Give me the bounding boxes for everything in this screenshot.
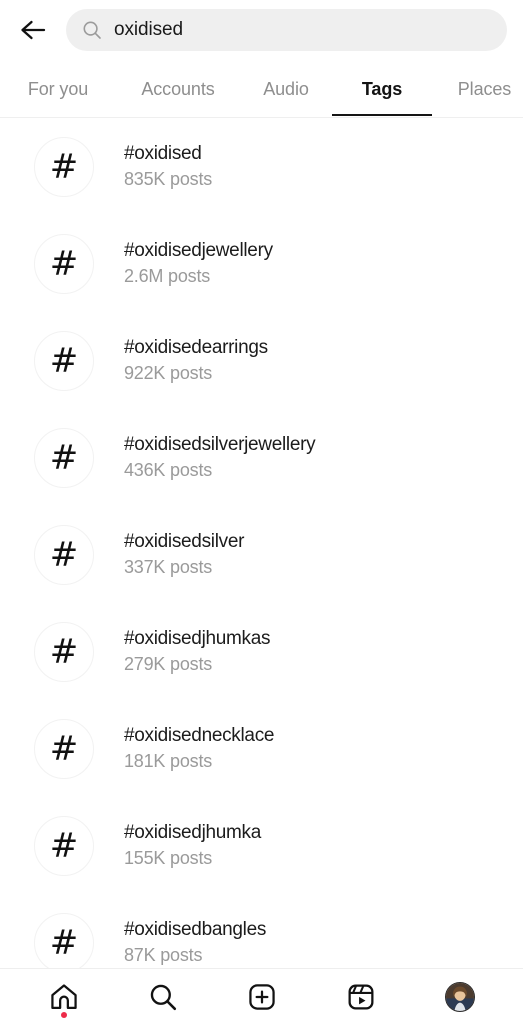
search-icon bbox=[83, 21, 101, 39]
tag-post-count: 181K posts bbox=[124, 751, 213, 771]
search-input[interactable] bbox=[114, 19, 491, 41]
tag-result-row[interactable]: # #oxidised 835K posts bbox=[0, 118, 523, 215]
tab-label: Accounts bbox=[141, 78, 215, 99]
hashtag-icon: # bbox=[34, 815, 94, 876]
nav-item-create[interactable] bbox=[233, 972, 291, 1022]
tab-accounts[interactable]: Accounts bbox=[116, 62, 240, 116]
hashtag-icon: # bbox=[34, 621, 94, 682]
search-icon bbox=[150, 984, 176, 1010]
tab-label: Places bbox=[457, 78, 512, 99]
tag-post-count: 87K posts bbox=[124, 945, 203, 965]
tag-name: #oxidisedjewellery bbox=[124, 240, 273, 261]
tag-result-row[interactable]: # #oxidisedjhumka 155K posts bbox=[0, 797, 523, 894]
nav-item-profile[interactable] bbox=[431, 972, 489, 1022]
back-button[interactable] bbox=[10, 7, 56, 53]
bottom-navigation bbox=[0, 968, 523, 1024]
tag-name: #oxidisedsilver bbox=[124, 531, 245, 552]
tag-result-text: #oxidisednecklace 181K posts bbox=[124, 725, 274, 772]
reels-icon bbox=[348, 984, 373, 1009]
hashtag-icon: # bbox=[34, 233, 94, 294]
tab-label: For you bbox=[27, 78, 89, 99]
tag-result-row[interactable]: # #oxidisednecklace 181K posts bbox=[0, 700, 523, 797]
hashtag-icon: # bbox=[34, 136, 94, 197]
tag-name: #oxidisednecklace bbox=[124, 725, 275, 746]
tab-label: Audio bbox=[263, 78, 309, 99]
tag-result-text: #oxidised 835K posts bbox=[124, 143, 212, 190]
tag-result-row[interactable]: # #oxidisedjewellery 2.6M posts bbox=[0, 215, 523, 312]
tag-name: #oxidisedbangles bbox=[124, 919, 267, 940]
tag-result-text: #oxidisedbangles 87K posts bbox=[124, 919, 266, 966]
tag-result-text: #oxidisedjhumkas 279K posts bbox=[124, 628, 271, 675]
tab-label: Tags bbox=[361, 78, 403, 99]
tag-results-list[interactable]: # #oxidised 835K posts # #oxidisedjewellery 2… bbox=[0, 118, 523, 968]
hashtag-icon: # bbox=[34, 718, 94, 779]
tag-result-row[interactable]: # #oxidisedsilver 337K posts bbox=[0, 506, 523, 603]
hashtag-icon: # bbox=[34, 330, 94, 391]
hashtag-icon: # bbox=[34, 427, 94, 488]
tab-tags[interactable]: Tags bbox=[332, 62, 432, 116]
plus-square-icon bbox=[248, 983, 275, 1010]
tag-result-row[interactable]: # #oxidisedbangles 87K posts bbox=[0, 894, 523, 968]
home-notification-badge bbox=[60, 1011, 67, 1018]
tag-post-count: 436K posts bbox=[124, 460, 213, 480]
tag-result-row[interactable]: # #oxidisedjhumkas 279K posts bbox=[0, 603, 523, 700]
nav-item-reels[interactable] bbox=[332, 972, 390, 1022]
profile-avatar-icon bbox=[444, 981, 475, 1012]
home-icon bbox=[50, 983, 77, 1009]
search-tabbar[interactable]: For you Accounts Audio Tags Places bbox=[0, 62, 523, 118]
back-arrow-icon bbox=[21, 20, 46, 40]
tag-name: #oxidisedsilverjewellery bbox=[124, 434, 316, 455]
tag-post-count: 337K posts bbox=[124, 557, 213, 577]
tag-result-text: #oxidisedsilverjewellery 436K posts bbox=[124, 434, 316, 481]
search-field[interactable] bbox=[66, 9, 507, 51]
tag-result-text: #oxidisedearrings 922K posts bbox=[124, 337, 268, 384]
tag-name: #oxidisedjhumka bbox=[124, 822, 262, 843]
tab-audio[interactable]: Audio bbox=[240, 62, 332, 116]
tag-post-count: 2.6M posts bbox=[124, 266, 211, 286]
tag-post-count: 835K posts bbox=[124, 169, 213, 189]
tag-result-row[interactable]: # #oxidisedsilverjewellery 436K posts bbox=[0, 409, 523, 506]
instagram-search-screen: For you Accounts Audio Tags Places # #oxidise… bbox=[0, 0, 523, 1024]
search-header bbox=[0, 0, 523, 60]
tab-for-you[interactable]: For you bbox=[0, 62, 116, 116]
tag-result-text: #oxidisedsilver 337K posts bbox=[124, 531, 244, 578]
tag-name: #oxidisedearrings bbox=[124, 337, 268, 358]
hashtag-icon: # bbox=[34, 912, 94, 968]
tag-result-text: #oxidisedjhumka 155K posts bbox=[124, 822, 261, 869]
hashtag-icon: # bbox=[34, 524, 94, 585]
tag-result-text: #oxidisedjewellery 2.6M posts bbox=[124, 240, 273, 287]
tag-name: #oxidisedjhumkas bbox=[124, 628, 271, 649]
nav-item-search[interactable] bbox=[134, 972, 192, 1022]
tag-result-row[interactable]: # #oxidisedearrings 922K posts bbox=[0, 312, 523, 409]
tag-name: #oxidised bbox=[124, 143, 202, 164]
tag-post-count: 279K posts bbox=[124, 654, 213, 674]
tag-post-count: 155K posts bbox=[124, 848, 213, 868]
tag-post-count: 922K posts bbox=[124, 363, 213, 383]
nav-item-home[interactable] bbox=[35, 972, 93, 1022]
tab-places[interactable]: Places bbox=[432, 62, 523, 116]
